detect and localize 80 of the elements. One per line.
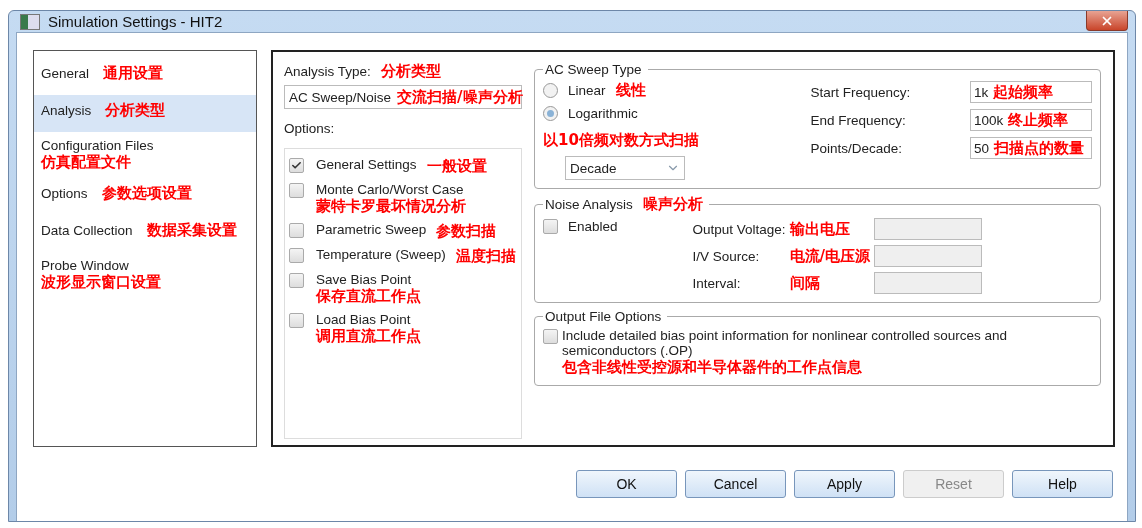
- nav-label: Analysis: [41, 103, 92, 118]
- checkbox[interactable]: [289, 248, 304, 263]
- section-label: Options:: [284, 121, 336, 136]
- checkbox[interactable]: [289, 183, 304, 198]
- window-title: Simulation Settings - HIT2: [48, 13, 224, 30]
- annotation: 输出电压: [789, 219, 850, 238]
- nav-label: Configuration Files: [41, 138, 154, 153]
- nav-item[interactable]: Probe Window 波形显示窗口设置: [34, 252, 256, 298]
- radio-label: Linear: [568, 83, 606, 98]
- scale-select[interactable]: Decade: [565, 156, 685, 180]
- nav-item[interactable]: Options 参数选项设置: [34, 178, 256, 215]
- group-title: AC Sweep Type: [544, 62, 643, 77]
- annotation: 终止频率: [1008, 110, 1069, 130]
- annotation: 仿真配置文件: [41, 153, 131, 172]
- app-icon: [20, 13, 40, 30]
- option-label: Load Bias Point: [316, 312, 411, 327]
- checkbox[interactable]: [543, 219, 558, 234]
- radio-button[interactable]: [543, 83, 558, 98]
- annotation: 电流/电压源: [789, 246, 870, 265]
- option-label: Save Bias Point: [316, 272, 412, 287]
- annotation: 调用直流工作点: [316, 327, 421, 346]
- annotation: 噪声分析: [642, 195, 703, 214]
- dialog-button[interactable]: Help: [1012, 470, 1113, 498]
- dialog-button[interactable]: Cancel: [685, 470, 786, 498]
- nav-item[interactable]: General 通用设置: [34, 58, 256, 95]
- checkbox-label: Include detailed bias point information for nonlinear controlled sources and semiconductors (.OP): [562, 328, 1009, 358]
- option-label: Temperature (Sweep): [316, 247, 446, 264]
- input-field[interactable]: 100k 终止频率: [970, 109, 1092, 131]
- checkbox[interactable]: [289, 223, 304, 238]
- annotation: 通用设置: [103, 64, 164, 83]
- option-label: General Settings: [316, 157, 417, 174]
- close-button[interactable]: [1086, 11, 1128, 31]
- field-label: Output Voltage:: [692, 221, 786, 237]
- annotation: 参数扫描: [436, 222, 497, 241]
- annotation: 参数选项设置: [101, 184, 192, 203]
- dialog-button[interactable]: OK: [576, 470, 677, 498]
- field-label: I/V Source:: [692, 248, 761, 264]
- field-label: Analysis Type:: [284, 64, 371, 79]
- annotation: 分析类型: [380, 62, 441, 81]
- input-field[interactable]: 1k 起始频率: [970, 81, 1092, 103]
- annotation: 间隔: [789, 273, 820, 292]
- annotation: 起始频率: [993, 82, 1054, 102]
- checkbox-label: Enabled: [568, 218, 618, 234]
- check-icon: [291, 160, 302, 171]
- analysis-type-select[interactable]: AC Sweep/Noise 交流扫描/噪声分析: [284, 85, 522, 109]
- annotation: 线性: [615, 81, 646, 100]
- nav-label: Probe Window: [41, 258, 129, 273]
- dialog-button[interactable]: Apply: [794, 470, 895, 498]
- field-label: Points/Decade:: [810, 140, 903, 156]
- nav-label: Data Collection: [41, 223, 133, 238]
- annotation: 保存直流工作点: [316, 287, 421, 306]
- radio-label: Logarithmic: [568, 106, 638, 121]
- annotation: 温度扫描: [455, 247, 516, 266]
- nav-item[interactable]: Analysis 分析类型: [34, 95, 256, 132]
- annotation: 交流扫描/噪声分析: [397, 87, 523, 107]
- radio-button[interactable]: [543, 106, 558, 121]
- annotation: 一般设置: [426, 157, 487, 176]
- field-label: Interval:: [692, 275, 742, 291]
- annotation: 以10倍频对数方式扫描: [543, 131, 699, 150]
- field-label: Start Frequency:: [810, 84, 911, 100]
- nav-label: General: [41, 66, 90, 81]
- input-field[interactable]: 50 扫描点的数量: [970, 137, 1092, 159]
- nav-item[interactable]: Data Collection 数据采集设置: [34, 215, 256, 252]
- annotation: 扫描点的数量: [994, 138, 1085, 158]
- nav-label: Options: [41, 186, 88, 201]
- group-title: Noise Analysis: [545, 197, 633, 212]
- annotation: 波形显示窗口设置: [41, 273, 161, 292]
- annotation: 包含非线性受控源和半导体器件的工作点信息: [562, 358, 862, 376]
- checkbox[interactable]: [543, 329, 558, 344]
- option-label: Parametric Sweep: [316, 222, 427, 239]
- annotation: 分析类型: [105, 101, 166, 120]
- group-title: Output File Options: [544, 309, 663, 324]
- option-label: Monte Carlo/Worst Case: [316, 182, 464, 197]
- field-label: End Frequency:: [810, 112, 906, 128]
- annotation: 数据采集设置: [146, 221, 237, 240]
- checkbox[interactable]: [289, 273, 304, 288]
- nav-item[interactable]: Configuration Files 仿真配置文件: [34, 132, 256, 178]
- checkbox[interactable]: [289, 158, 304, 173]
- annotation: 蒙特卡罗最坏情况分析: [316, 197, 466, 216]
- checkbox[interactable]: [289, 313, 304, 328]
